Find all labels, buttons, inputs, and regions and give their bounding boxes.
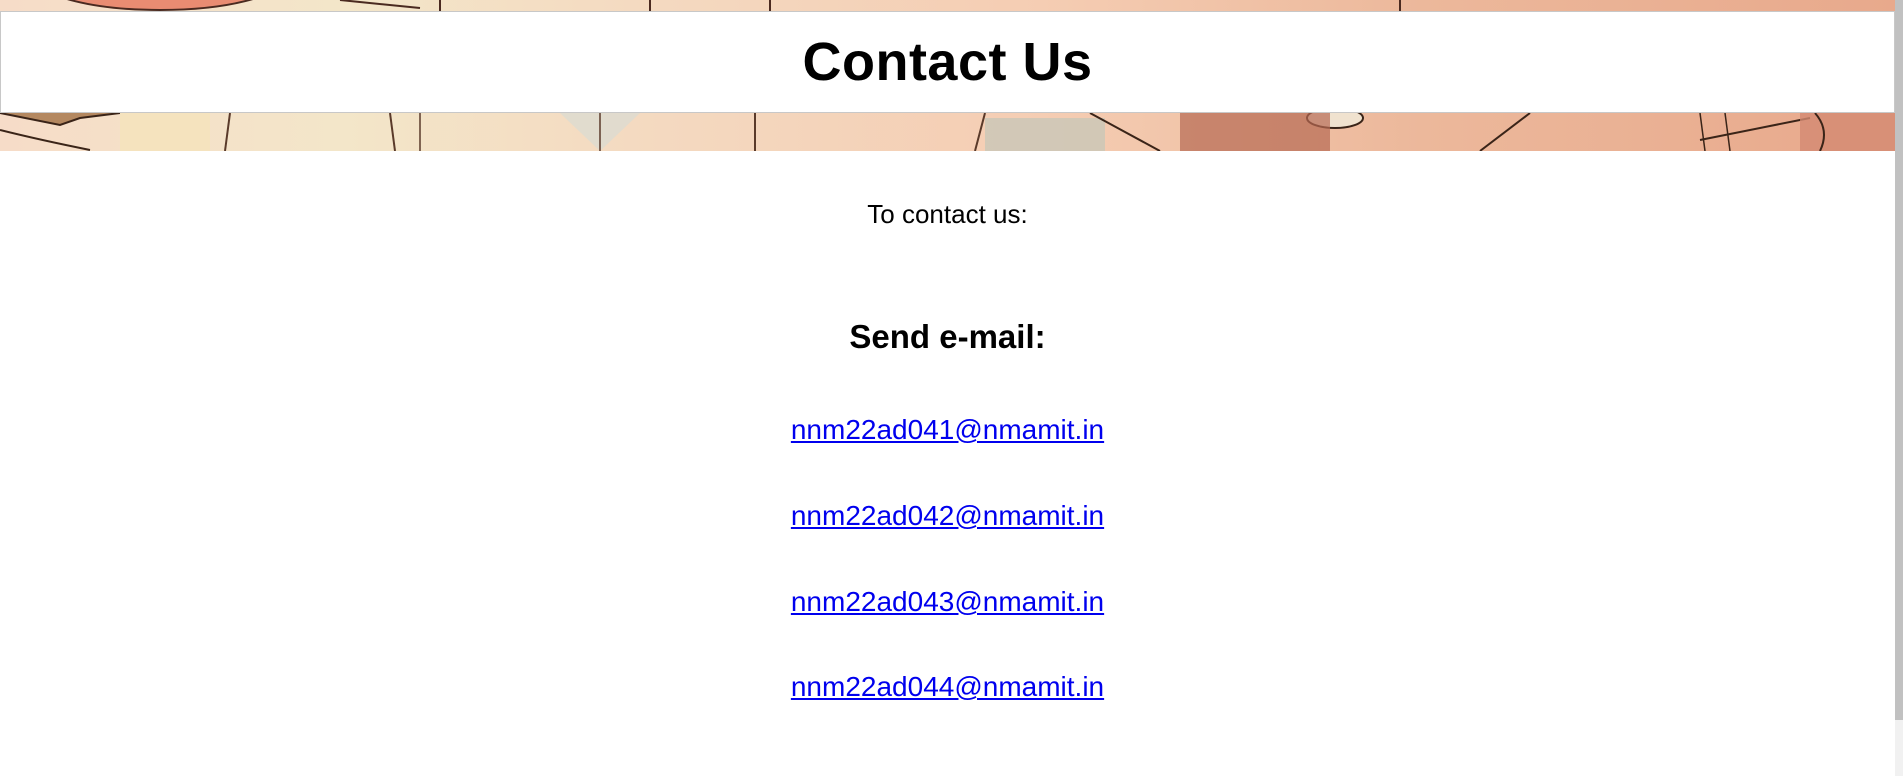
scrollbar-thumb[interactable]: [1895, 0, 1903, 720]
email-link-1[interactable]: nnm22ad041@nmamit.in: [791, 414, 1104, 445]
vertical-scrollbar[interactable]: [1895, 0, 1903, 776]
email-list-item: nnm22ad043@nmamit.in: [0, 586, 1895, 618]
email-list-item: nnm22ad041@nmamit.in: [0, 414, 1895, 446]
email-link-4[interactable]: nnm22ad044@nmamit.in: [791, 671, 1104, 702]
header-banner-image: Contact Us: [0, 0, 1895, 151]
email-link-3[interactable]: nnm22ad043@nmamit.in: [791, 586, 1104, 617]
email-section-heading: Send e-mail:: [849, 318, 1046, 355]
page-title: Contact Us: [802, 32, 1093, 92]
email-link-2[interactable]: nnm22ad042@nmamit.in: [791, 500, 1104, 531]
page-title-box: Contact Us: [0, 11, 1895, 113]
email-list-item: nnm22ad042@nmamit.in: [0, 500, 1895, 532]
contact-page: Contact Us To contact us: Send e-mail: n…: [0, 0, 1903, 776]
email-list-item: nnm22ad044@nmamit.in: [0, 671, 1895, 703]
intro-text: To contact us:: [867, 199, 1028, 229]
